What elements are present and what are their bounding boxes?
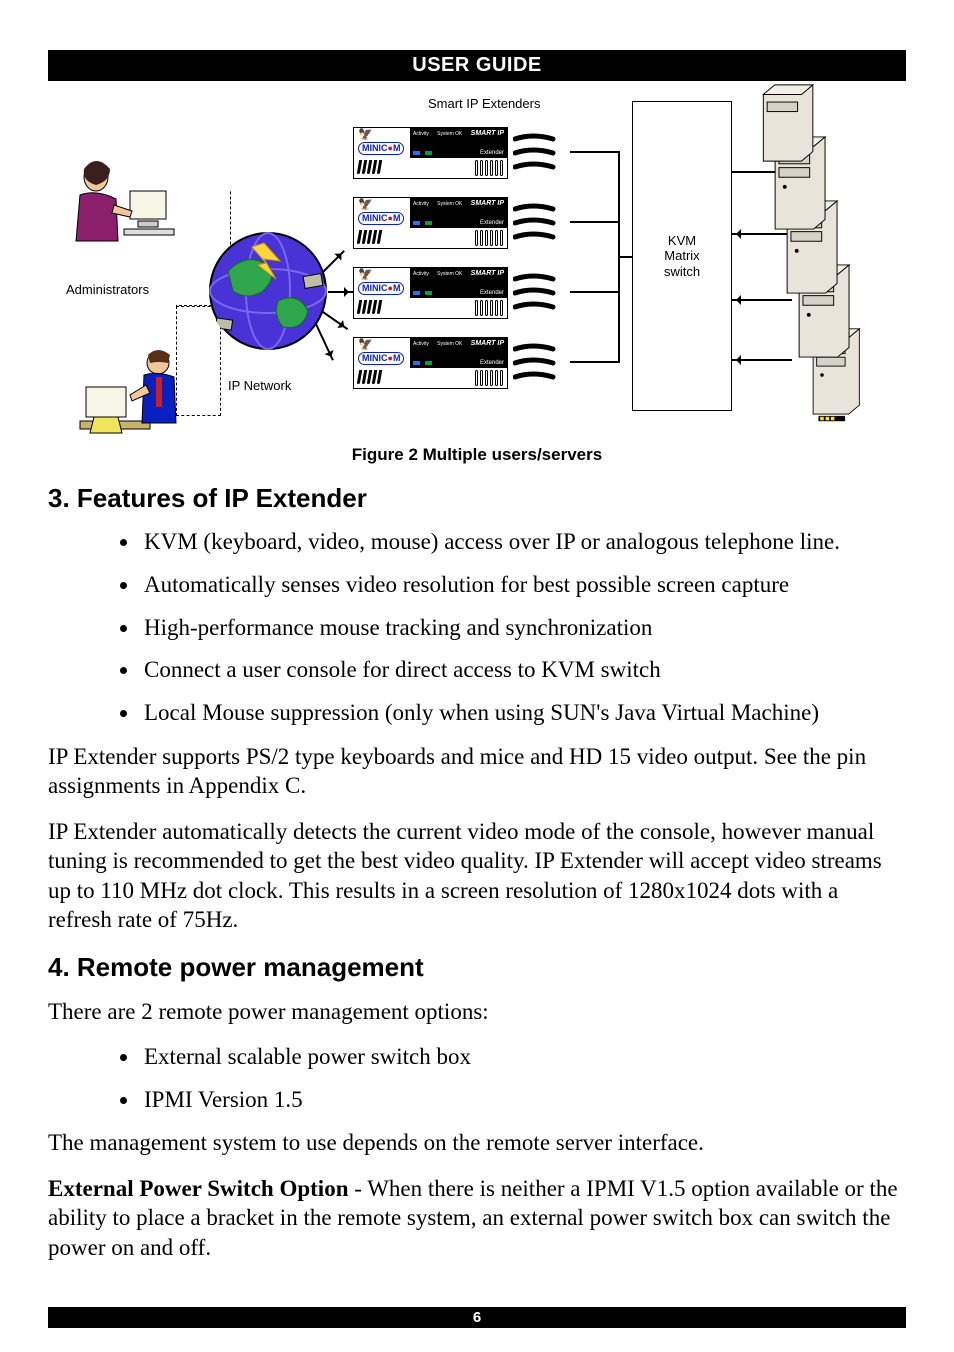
feature-item: Automatically senses video resolution fo… [140,571,896,600]
feature-item: Connect a user console for direct access… [140,656,896,685]
section-3-para-1: IP Extender supports PS/2 type keyboards… [48,742,906,801]
section-4-para-1: The management system to use depends on … [48,1128,906,1157]
connector [570,151,620,153]
arrow-left [732,359,792,361]
minicom-logo: MINIC●M [358,212,404,225]
system-ok-label: System OK [437,271,462,277]
extender-label: Extender [480,290,504,296]
system-ok-label: System OK [437,131,462,137]
connector-line-2 [328,291,353,293]
cable-lines [513,339,575,387]
smart-ip-extender-unit: 🦅 MINIC●M Activity System OK SMART IP Ex… [353,337,508,389]
activity-label: Activity [413,341,429,347]
external-power-switch-bold: External Power Switch Option [48,1176,348,1201]
logo-bird-icon: 🦅 [358,270,408,278]
kvm-matrix-switch-box: KVM Matrix switch [632,101,732,411]
activity-label: Activity [413,271,429,277]
kvm-label: KVM Matrix switch [664,233,700,280]
smart-ip-label: SMART IP [471,270,504,277]
feature-item: KVM (keyboard, video, mouse) access over… [140,528,896,557]
smart-ip-extender-unit: 🦅 MINIC●M Activity System OK SMART IP Ex… [353,267,508,319]
system-ok-label: System OK [437,201,462,207]
activity-label: Activity [413,201,429,207]
server-tower-icon [758,83,822,163]
minicom-logo: MINIC●M [358,282,404,295]
connector [570,221,620,223]
feature-item: High-performance mouse tracking and sync… [140,614,896,643]
administrators-label: Administrators [66,283,149,298]
section-4-heading: 4. Remote power management [48,952,906,983]
power-option-item: External scalable power switch box [140,1043,896,1072]
section-3-heading: 3. Features of IP Extender [48,483,906,514]
connector-line-1 [322,250,345,273]
section-4-para-2: External Power Switch Option - When ther… [48,1174,906,1262]
power-option-item: IPMI Version 1.5 [140,1086,896,1115]
connector-line-3 [322,311,348,330]
minicom-logo: MINIC●M [358,142,404,155]
arrow-left [732,299,792,301]
activity-label: Activity [413,131,429,137]
footer-bar: 6 [48,1307,906,1328]
network-diagram: Smart IP Extenders Administrators [48,91,906,441]
connector [618,256,632,258]
power-options-list: External scalable power switch box IPMI … [140,1043,896,1115]
section-3-para-2: IP Extender automatically detects the cu… [48,817,906,935]
cable-lines [513,269,575,317]
header-bar: USER GUIDE [48,50,906,81]
logo-bird-icon: 🦅 [358,130,408,138]
extender-label: Extender [480,150,504,156]
cable-lines [513,129,575,177]
connector-line-4 [315,324,334,361]
logo-bird-icon: 🦅 [358,340,408,348]
smart-ip-extenders-label: Smart IP Extenders [428,97,540,112]
ip-network-globe [208,231,328,351]
cable-lines [513,199,575,247]
administrator-figure-bottom [76,341,196,451]
ip-network-label: IP Network [228,379,291,394]
section-4-intro: There are 2 remote power management opti… [48,997,906,1026]
system-ok-label: System OK [437,341,462,347]
logo-bird-icon: 🦅 [358,200,408,208]
smart-ip-label: SMART IP [471,200,504,207]
smart-ip-label: SMART IP [471,130,504,137]
feature-item: Local Mouse suppression (only when using… [140,699,896,728]
minicom-logo: MINIC●M [358,352,404,365]
administrator-figure-top [58,151,178,261]
extender-label: Extender [480,360,504,366]
smart-ip-label: SMART IP [471,340,504,347]
features-list: KVM (keyboard, video, mouse) access over… [140,528,896,728]
connector [570,291,620,293]
extender-label: Extender [480,220,504,226]
smart-ip-extender-unit: 🦅 MINIC●M Activity System OK SMART IP Ex… [353,197,508,249]
smart-ip-extender-unit: 🦅 MINIC●M Activity System OK SMART IP Ex… [353,127,508,179]
connector [570,361,620,363]
